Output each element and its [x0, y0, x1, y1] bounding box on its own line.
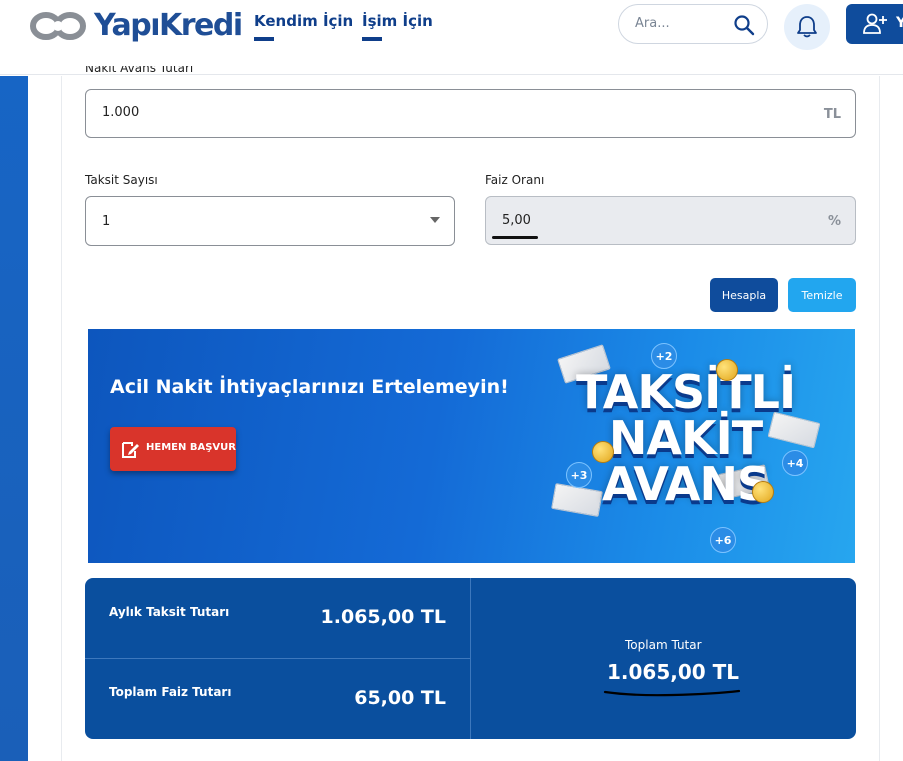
promo-line-1: TAKSİTLİ: [576, 365, 796, 419]
installment-label: Taksit Sayısı: [85, 173, 158, 187]
brand-logo[interactable]: YapıKredi: [30, 8, 243, 43]
amount-input[interactable]: 1.000 TL: [85, 89, 856, 138]
nav-underline: [362, 37, 382, 41]
nav-isim-icin-label: İşim İçin: [362, 12, 433, 30]
clear-button[interactable]: Temizle: [788, 278, 856, 312]
apply-now-button[interactable]: HEMEN BAŞVUR: [110, 427, 236, 471]
amount-value: 1.000: [102, 105, 140, 120]
add-user-icon: [863, 13, 887, 34]
page: YapıKredi Kendim İçin İşim İçin Ara... Y…: [0, 0, 903, 761]
coin-icon: [752, 481, 774, 503]
apply-now-label: HEMEN BAŞVUR: [146, 442, 236, 453]
divider: [85, 658, 470, 659]
promo-banner[interactable]: Acil Nakit İhtiyaçlarınızı Ertelemeyin! …: [88, 329, 855, 563]
calculate-button[interactable]: Hesapla: [710, 278, 778, 312]
handwritten-underline: [492, 236, 538, 239]
installment-select[interactable]: 1: [85, 196, 455, 246]
bubble-plus-2: +2: [651, 343, 677, 369]
top-header: YapıKredi Kendim İçin İşim İçin Ara... Y: [0, 0, 903, 75]
installment-value: 1: [102, 214, 111, 229]
user-login-button[interactable]: Y: [846, 4, 903, 44]
rate-field: 5,00 %: [485, 196, 856, 245]
notifications-button[interactable]: [784, 4, 830, 50]
search-icon[interactable]: [733, 14, 755, 36]
nav-kendim-icin-label: Kendim İçin: [254, 12, 354, 30]
bubble-plus-3: +3: [566, 462, 592, 488]
search-input[interactable]: Ara...: [618, 4, 768, 44]
chevron-down-icon: [430, 217, 440, 223]
monthly-installment-label: Aylık Taksit Tutarı: [109, 605, 230, 619]
total-interest-label: Toplam Faiz Tutarı: [109, 685, 232, 699]
divider: [470, 578, 471, 739]
search-placeholder: Ara...: [635, 16, 670, 31]
bubble-plus-4: +4: [782, 450, 808, 476]
rate-value: 5,00: [502, 213, 531, 228]
left-decor-strip: [0, 76, 28, 761]
edit-document-icon: [122, 442, 139, 458]
total-amount-label: Toplam Tutar: [625, 638, 702, 652]
logo-mark-icon: [30, 11, 86, 40]
total-interest-value: 65,00 TL: [354, 687, 446, 709]
total-amount-value: 1.065,00 TL: [607, 660, 740, 684]
monthly-installment-value: 1.065,00 TL: [320, 606, 446, 628]
nav-kendim-icin[interactable]: Kendim İçin: [254, 12, 354, 41]
amount-unit: TL: [823, 107, 841, 122]
logo-text: YapıKredi: [94, 8, 243, 43]
rate-label: Faiz Oranı: [485, 173, 545, 187]
coin-icon: [716, 359, 738, 381]
bubble-plus-6: +6: [710, 527, 736, 553]
handwritten-underline: [603, 689, 741, 697]
nav-isim-icin[interactable]: İşim İçin: [362, 12, 433, 41]
rate-unit: %: [827, 214, 841, 229]
bell-icon: [797, 16, 817, 38]
user-button-label: Y: [896, 15, 903, 31]
results-panel: Aylık Taksit Tutarı 1.065,00 TL Toplam F…: [85, 578, 856, 739]
coin-icon: [592, 441, 614, 463]
nav-underline: [254, 37, 274, 41]
banner-title: Acil Nakit İhtiyaçlarınızı Ertelemeyin!: [110, 376, 509, 398]
amount-label: Nakit Avans Tutarı: [85, 66, 194, 75]
